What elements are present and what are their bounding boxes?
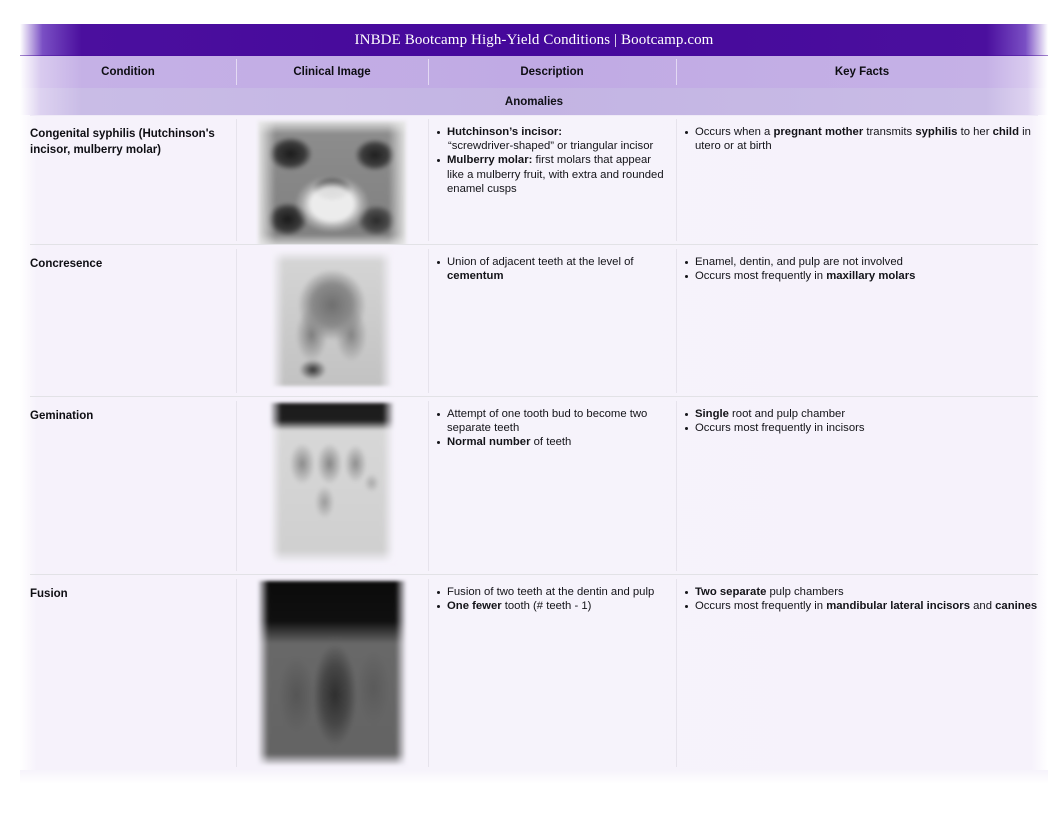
- table-column-header-row: Condition Clinical Image Description Key…: [20, 56, 1048, 88]
- description-list: Hutchinson’s incisor: “screwdriver-shape…: [436, 125, 668, 196]
- cell-condition: Congenital syphilis (Hutchinson's inciso…: [20, 115, 236, 245]
- list-item: Two separate pulp chambers: [684, 585, 1038, 599]
- page-title: INBDE Bootcamp High-Yield Conditions | B…: [354, 32, 714, 48]
- list-item: Normal number of teeth: [436, 435, 668, 449]
- column-header-condition: Condition: [101, 66, 155, 78]
- cell-condition: Fusion: [20, 575, 236, 771]
- list-item: Attempt of one tooth bud to become two s…: [436, 407, 668, 435]
- description-list: Attempt of one tooth bud to become two s…: [436, 407, 668, 450]
- list-item: Occurs most frequently in maxillary mola…: [684, 269, 1038, 283]
- cell-key-facts: Occurs when a pregnant mother transmits …: [676, 115, 1048, 245]
- cell-clinical-image: [236, 575, 428, 771]
- list-item: Enamel, dentin, and pulp are not involve…: [684, 255, 1038, 269]
- section-label: Anomalies: [504, 95, 564, 108]
- cell-description: Union of adjacent teeth at the level of …: [428, 245, 676, 397]
- radiograph-image: [270, 403, 394, 563]
- banner: INBDE Bootcamp High-Yield Conditions | B…: [20, 24, 1048, 61]
- cell-description: Hutchinson’s incisor: “screwdriver-shape…: [428, 115, 676, 245]
- cell-clinical-image: [236, 115, 428, 247]
- cell-key-facts: Single root and pulp chamber Occurs most…: [676, 397, 1048, 575]
- condition-name: Fusion: [30, 588, 68, 600]
- table-row: Gemination Attempt of one tooth bud to b…: [20, 397, 1048, 575]
- table-bottom-fade: [20, 770, 1048, 784]
- radiograph-image: [258, 581, 406, 765]
- key-facts-list: Occurs when a pregnant mother transmits …: [684, 125, 1038, 153]
- list-item: One fewer tooth (# teeth - 1): [436, 599, 668, 613]
- list-item: Fusion of two teeth at the dentin and pu…: [436, 585, 668, 599]
- key-facts-list: Two separate pulp chambers Occurs most f…: [684, 585, 1038, 613]
- cell-key-facts: Enamel, dentin, and pulp are not involve…: [676, 245, 1048, 397]
- radiograph-image: [272, 251, 392, 386]
- cell-condition: Gemination: [20, 397, 236, 575]
- cell-clinical-image: [236, 397, 428, 575]
- table-row: Concresence Union of adjacent teeth at t…: [20, 245, 1048, 397]
- description-list: Union of adjacent teeth at the level of …: [436, 255, 668, 283]
- study-table-page: INBDE Bootcamp High-Yield Conditions | B…: [0, 0, 1062, 822]
- key-facts-list: Single root and pulp chamber Occurs most…: [684, 407, 1038, 435]
- column-header-description: Description: [428, 56, 676, 88]
- cell-clinical-image: [236, 245, 428, 397]
- list-item: Occurs most frequently in incisors: [684, 421, 1038, 435]
- table-row: Fusion Fusion of two teeth at the dentin…: [20, 575, 1048, 771]
- table-row: Congenital syphilis (Hutchinson's inciso…: [20, 115, 1048, 247]
- condition-name: Congenital syphilis (Hutchinson's inciso…: [30, 128, 215, 156]
- condition-name: Gemination: [30, 410, 94, 422]
- section-header-anomalies: Anomalies: [20, 88, 1048, 115]
- list-item: Single root and pulp chamber: [684, 407, 1038, 421]
- column-header-key-facts: Key Facts: [676, 56, 1048, 88]
- list-item: Union of adjacent teeth at the level of …: [436, 255, 668, 283]
- radiograph-image: [258, 121, 406, 247]
- table-body: Congenital syphilis (Hutchinson's inciso…: [20, 115, 1048, 771]
- cell-key-facts: Two separate pulp chambers Occurs most f…: [676, 575, 1048, 771]
- cell-condition: Concresence: [20, 245, 236, 397]
- column-header-clinical-image: Clinical Image: [236, 56, 428, 88]
- cell-description: Fusion of two teeth at the dentin and pu…: [428, 575, 676, 771]
- list-item: Occurs when a pregnant mother transmits …: [684, 125, 1038, 153]
- list-item: Mulberry molar: first molars that appear…: [436, 153, 668, 196]
- condition-name: Concresence: [30, 258, 103, 270]
- description-list: Fusion of two teeth at the dentin and pu…: [436, 585, 668, 613]
- list-item: Occurs most frequently in mandibular lat…: [684, 599, 1038, 613]
- cell-description: Attempt of one tooth bud to become two s…: [428, 397, 676, 575]
- key-facts-list: Enamel, dentin, and pulp are not involve…: [684, 255, 1038, 283]
- list-item: Hutchinson’s incisor: “screwdriver-shape…: [436, 125, 668, 153]
